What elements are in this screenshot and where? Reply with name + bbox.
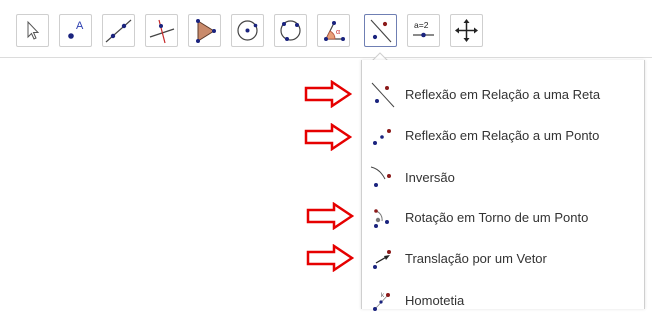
perpendicular-line-icon (149, 19, 175, 44)
angle-icon: α (324, 21, 345, 41)
menu-item-label: Translação por um Vetor (405, 251, 547, 266)
polygon-icon (196, 19, 216, 43)
circle-three-points-icon (280, 20, 301, 41)
menu-item-label: Reflexão em Relação a um Ponto (405, 128, 600, 143)
move-graphics-view-tool-button[interactable] (450, 14, 483, 47)
menu-item-reflect-point[interactable]: Reflexão em Relação a um Ponto (362, 113, 644, 155)
slider-tool-label: a=2 (414, 20, 429, 30)
point-tool-letter: A (76, 20, 84, 32)
transform-tools-menu: Reflexão em Relação a uma Reta Reflexão … (361, 60, 645, 311)
reflect-line-icon (370, 19, 392, 43)
translate-vector-icon (373, 250, 391, 269)
circle-three-points-tool-button[interactable] (274, 14, 307, 47)
highlight-arrow-icon (306, 202, 354, 230)
menu-item-label: Reflexão em Relação a uma Reta (405, 87, 601, 102)
point-icon: A (68, 20, 84, 39)
reflect-point-icon (373, 129, 391, 145)
polygon-tool-button[interactable] (188, 14, 221, 47)
circle-center-tool-button[interactable] (231, 14, 264, 47)
cursor-arrow-icon (27, 20, 40, 40)
circle-center-icon (237, 20, 258, 41)
menu-item-inversion[interactable]: Inversão (362, 155, 644, 197)
slider-icon: a=2 (413, 20, 434, 38)
menu-item-rotate[interactable]: Rotação em Torno de um Ponto (362, 195, 644, 237)
reflect-tool-button[interactable] (364, 14, 397, 47)
line-icon (105, 19, 132, 43)
point-tool-button[interactable]: A (59, 14, 92, 47)
reflect-line-icon (371, 82, 395, 108)
menu-item-reflect-line[interactable]: Reflexão em Relação a uma Reta (362, 72, 644, 114)
menu-item-dilate[interactable]: k Homotetia (362, 278, 644, 320)
svg-text:α: α (336, 29, 340, 36)
dilate-icon: k (373, 293, 390, 311)
move-view-arrows-icon (455, 19, 478, 42)
menu-item-label: Homotetia (405, 293, 465, 308)
toolbar: A α a=2 (0, 0, 652, 58)
highlight-arrow-icon (304, 80, 352, 108)
menu-item-label: Rotação em Torno de um Ponto (405, 210, 589, 225)
menu-item-label: Inversão (405, 170, 455, 185)
angle-tool-button[interactable]: α (317, 14, 350, 47)
highlight-arrow-icon (304, 123, 352, 151)
svg-text:k: k (381, 293, 385, 299)
move-tool-button[interactable] (16, 14, 49, 47)
rotate-icon (374, 209, 389, 228)
highlight-arrow-icon (306, 244, 354, 272)
perpendicular-line-tool-button[interactable] (145, 14, 178, 47)
inversion-icon (370, 166, 391, 187)
line-tool-button[interactable] (102, 14, 135, 47)
menu-item-translate-vector[interactable]: Translação por um Vetor (362, 236, 644, 278)
slider-tool-button[interactable]: a=2 (407, 14, 440, 47)
